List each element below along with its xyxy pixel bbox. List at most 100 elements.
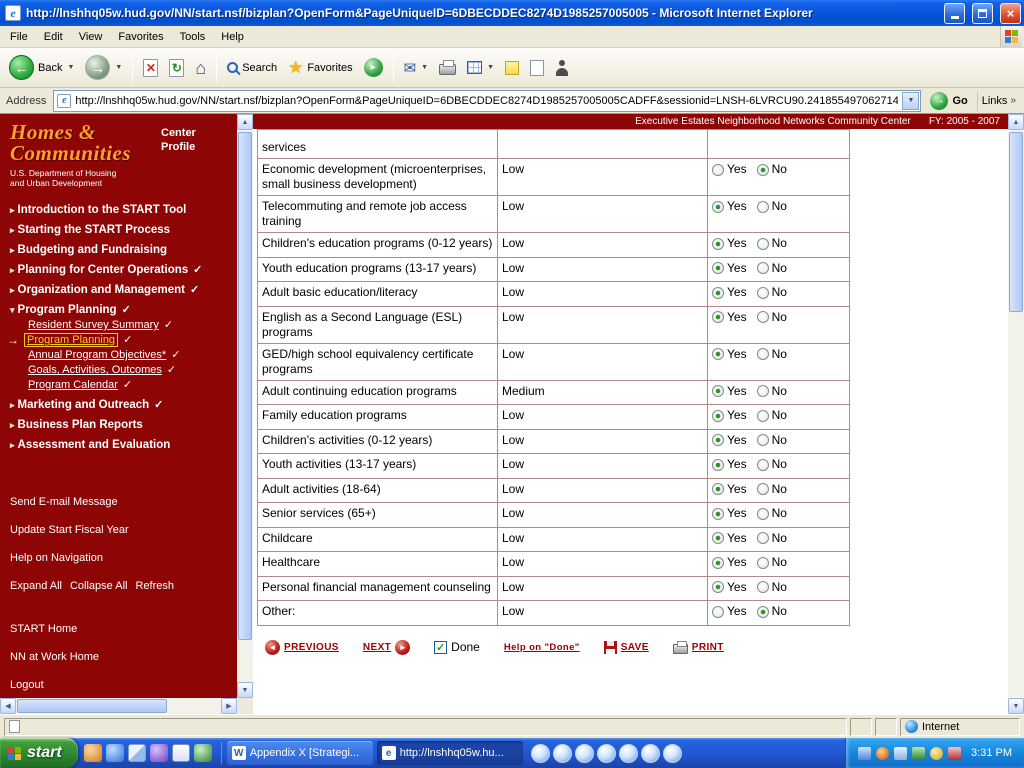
sidebar-item[interactable]: ▸ Budgeting and Fundraising bbox=[0, 244, 237, 257]
yes-radio[interactable] bbox=[712, 434, 724, 446]
forward-button[interactable]: → ▼ bbox=[80, 50, 127, 86]
no-radio[interactable] bbox=[756, 409, 769, 422]
scroll-right-icon[interactable]: ▶ bbox=[221, 698, 237, 714]
security-icon[interactable] bbox=[876, 746, 890, 760]
scrollbar-thumb[interactable] bbox=[1009, 132, 1023, 312]
print-button[interactable] bbox=[434, 50, 461, 86]
no-radio[interactable] bbox=[756, 385, 769, 397]
sidebar-subitem[interactable]: Goals, Activities, Outcomes ✓ bbox=[0, 364, 237, 377]
edit-button[interactable]: ▼ bbox=[462, 50, 499, 86]
no-radio[interactable] bbox=[756, 556, 769, 569]
round-icon-2[interactable] bbox=[552, 743, 572, 763]
go-button[interactable]: → Go bbox=[926, 91, 971, 110]
help-on-done-link[interactable]: Help on "Done" bbox=[504, 642, 580, 653]
yes-radio[interactable] bbox=[712, 200, 724, 213]
start-button[interactable]: start bbox=[0, 738, 78, 768]
launch-ie-icon[interactable] bbox=[105, 744, 124, 762]
sidebar-scrollbar[interactable]: ▲ ▼ bbox=[237, 114, 253, 698]
sidebar-item[interactable]: NN at Work Home bbox=[0, 651, 237, 664]
sidebar-item[interactable]: ▸ Starting the START Process bbox=[0, 224, 237, 237]
messenger-icon[interactable] bbox=[193, 744, 212, 762]
task-button[interactable]: W Appendix X [Strategi... bbox=[226, 741, 373, 765]
sidebar-item[interactable]: ▸ Organization and Management ✓ bbox=[0, 284, 237, 297]
address-dropdown-icon[interactable]: ▼ bbox=[902, 91, 920, 110]
search-button[interactable]: Search bbox=[222, 50, 282, 86]
sidebar-item[interactable]: Expand All Collapse All Refresh bbox=[0, 580, 237, 593]
scrollbar-thumb[interactable] bbox=[17, 699, 167, 713]
sidebar-item[interactable]: START Home bbox=[0, 623, 237, 636]
address-input[interactable]: e http://lnshhq05w.hud.gov/NN/start.nsf/… bbox=[53, 89, 922, 112]
round-icon-7[interactable] bbox=[662, 743, 682, 763]
sidebar-subitem[interactable]: → Program Planning ✓ bbox=[0, 333, 237, 347]
yes-radio[interactable] bbox=[712, 348, 724, 360]
scroll-up-icon[interactable]: ▲ bbox=[1008, 114, 1024, 130]
menu-help[interactable]: Help bbox=[213, 28, 252, 46]
stop-button[interactable]: ✕ bbox=[138, 50, 163, 86]
yes-radio[interactable] bbox=[712, 458, 724, 471]
yes-radio[interactable] bbox=[712, 385, 724, 397]
yes-radio[interactable] bbox=[712, 237, 724, 250]
yes-radio[interactable] bbox=[712, 286, 724, 299]
scroll-up-icon[interactable]: ▲ bbox=[237, 114, 253, 130]
save-button[interactable]: SAVE bbox=[603, 640, 649, 654]
research-button[interactable] bbox=[525, 50, 549, 86]
sidebar-item[interactable]: ▸ Marketing and Outreach ✓ bbox=[0, 399, 237, 412]
links-button[interactable]: Links » bbox=[976, 90, 1020, 111]
messenger-button[interactable] bbox=[550, 50, 574, 86]
round-icon-3[interactable] bbox=[574, 743, 594, 763]
next-button[interactable]: NEXT ► bbox=[363, 639, 411, 655]
sidebar-item[interactable]: Update Start Fiscal Year bbox=[0, 524, 237, 537]
no-radio[interactable] bbox=[756, 507, 769, 520]
yes-radio[interactable] bbox=[712, 605, 724, 618]
sidebar-link[interactable]: Refresh bbox=[135, 580, 174, 592]
scroll-left-icon[interactable]: ◀ bbox=[0, 698, 16, 714]
document-icon[interactable] bbox=[171, 744, 190, 762]
no-radio[interactable] bbox=[756, 532, 769, 544]
yes-radio[interactable] bbox=[712, 409, 724, 422]
notes-button[interactable] bbox=[500, 50, 524, 86]
previous-button[interactable]: ◄ PREVIOUS bbox=[265, 639, 339, 655]
display-icon[interactable] bbox=[930, 746, 944, 760]
round-icon-5[interactable] bbox=[618, 743, 638, 763]
refresh-button[interactable]: ↻ bbox=[164, 50, 189, 86]
scrollbar-thumb[interactable] bbox=[238, 132, 252, 640]
menu-view[interactable]: View bbox=[71, 28, 111, 46]
scroll-down-icon[interactable]: ▼ bbox=[1008, 698, 1024, 714]
yes-radio[interactable] bbox=[712, 163, 724, 176]
usb-icon[interactable] bbox=[948, 746, 962, 760]
media-button[interactable]: ▸ bbox=[359, 50, 388, 86]
sidebar-subitem[interactable]: Annual Program Objectives* ✓ bbox=[0, 349, 237, 362]
home-button[interactable]: ⌂ bbox=[190, 50, 211, 86]
sidebar-subitem[interactable]: Resident Survey Summary ✓ bbox=[0, 319, 237, 332]
sidebar-link[interactable]: Expand All bbox=[10, 580, 62, 592]
no-radio[interactable] bbox=[756, 262, 769, 274]
back-button[interactable]: ← Back ▼ bbox=[4, 50, 79, 86]
sidebar-item[interactable]: ▸ Introduction to the START Tool bbox=[0, 204, 237, 217]
no-radio[interactable] bbox=[756, 200, 769, 213]
no-radio[interactable] bbox=[756, 237, 769, 250]
yes-radio[interactable] bbox=[712, 507, 724, 520]
volume-icon[interactable] bbox=[894, 746, 908, 760]
menu-favorites[interactable]: Favorites bbox=[110, 28, 171, 46]
sidebar-subitem[interactable]: Program Calendar ✓ bbox=[0, 379, 237, 392]
yes-radio[interactable] bbox=[712, 556, 724, 569]
no-radio[interactable] bbox=[756, 163, 769, 176]
sidebar-item[interactable]: ▸ Assessment and Evaluation bbox=[0, 439, 237, 452]
round-icon-6[interactable] bbox=[640, 743, 660, 763]
no-radio[interactable] bbox=[756, 605, 769, 618]
sidebar-item[interactable]: Logout bbox=[0, 679, 237, 692]
edit-dropdown-icon[interactable]: ▼ bbox=[487, 64, 494, 71]
menu-file[interactable]: File bbox=[2, 28, 36, 46]
close-button[interactable]: × bbox=[1000, 2, 1021, 24]
update-icon[interactable] bbox=[912, 746, 926, 760]
buddy-icon[interactable] bbox=[83, 744, 102, 762]
minimize-button[interactable] bbox=[944, 2, 965, 24]
menu-tools[interactable]: Tools bbox=[172, 28, 214, 46]
media-player-icon[interactable] bbox=[149, 744, 168, 762]
no-radio[interactable] bbox=[756, 311, 769, 323]
scroll-down-icon[interactable]: ▼ bbox=[237, 682, 253, 698]
no-radio[interactable] bbox=[756, 581, 769, 593]
no-radio[interactable] bbox=[756, 483, 769, 495]
round-icon-1[interactable] bbox=[530, 743, 550, 763]
sidebar-item[interactable]: Send E-mail Message bbox=[0, 496, 237, 509]
